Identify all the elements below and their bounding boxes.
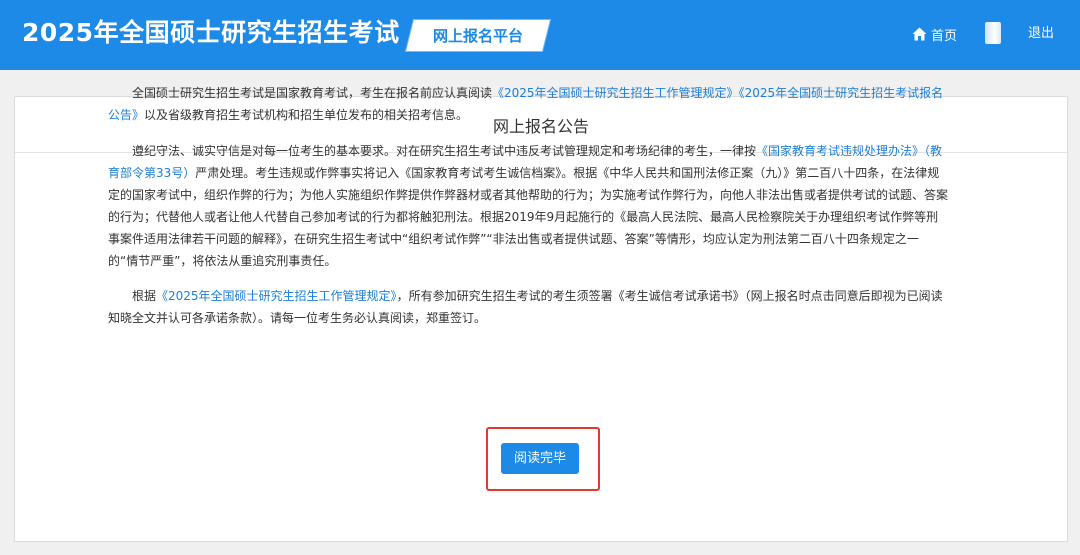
notice-body: 全国硕士研究生招生考试是国家教育考试，考生在报名前应认真阅读《2025年全国硕士… [108, 82, 948, 343]
top-header: 2025年全国硕士研究生招生考试 网上报名平台 首页 退出 [0, 0, 1080, 70]
platform-badge-label: 网上报名平台 [432, 27, 523, 45]
notice-paragraph-2: 遵纪守法、诚实守信是对每一位考生的基本要求。对在研究生招生考试中违反考试管理规定… [108, 140, 948, 272]
home-icon [912, 27, 927, 41]
p1-text-2: 以及省级教育招生考试机构和招生单位发布的相关招考信息。 [144, 108, 469, 122]
management-rules-link[interactable]: 《2025年全国硕士研究生招生工作管理规定》 [492, 86, 739, 100]
notice-paragraph-1: 全国硕士研究生招生考试是国家教育考试，考生在报名前应认真阅读《2025年全国硕士… [108, 82, 948, 126]
user-avatar[interactable] [985, 22, 1001, 44]
nav-home-link[interactable]: 首页 [912, 24, 957, 44]
p1-text-1: 全国硕士研究生招生考试是国家教育考试，考生在报名前应认真阅读 [132, 86, 493, 100]
p2-text-1: 遵纪守法、诚实守信是对每一位考生的基本要求。对在研究生招生考试中违反考试管理规定… [132, 144, 757, 158]
site-title: 2025年全国硕士研究生招生考试 [22, 18, 400, 47]
management-rules-link-2[interactable]: 《2025年全国硕士研究生招生工作管理规定》 [156, 289, 397, 303]
p3-text-1: 根据 [132, 289, 157, 303]
nav-home-label: 首页 [931, 28, 958, 44]
read-complete-button[interactable]: 阅读完毕 [501, 443, 579, 474]
notice-paragraph-3: 根据《2025年全国硕士研究生招生工作管理规定》，所有参加研究生招生考试的考生须… [108, 285, 948, 329]
p2-text-2: 严肃处理。考生违规或作弊事实将记入《国家教育考试考生诚信档案》。根据《中华人民共… [108, 166, 949, 268]
logout-link[interactable]: 退出 [1028, 24, 1054, 44]
